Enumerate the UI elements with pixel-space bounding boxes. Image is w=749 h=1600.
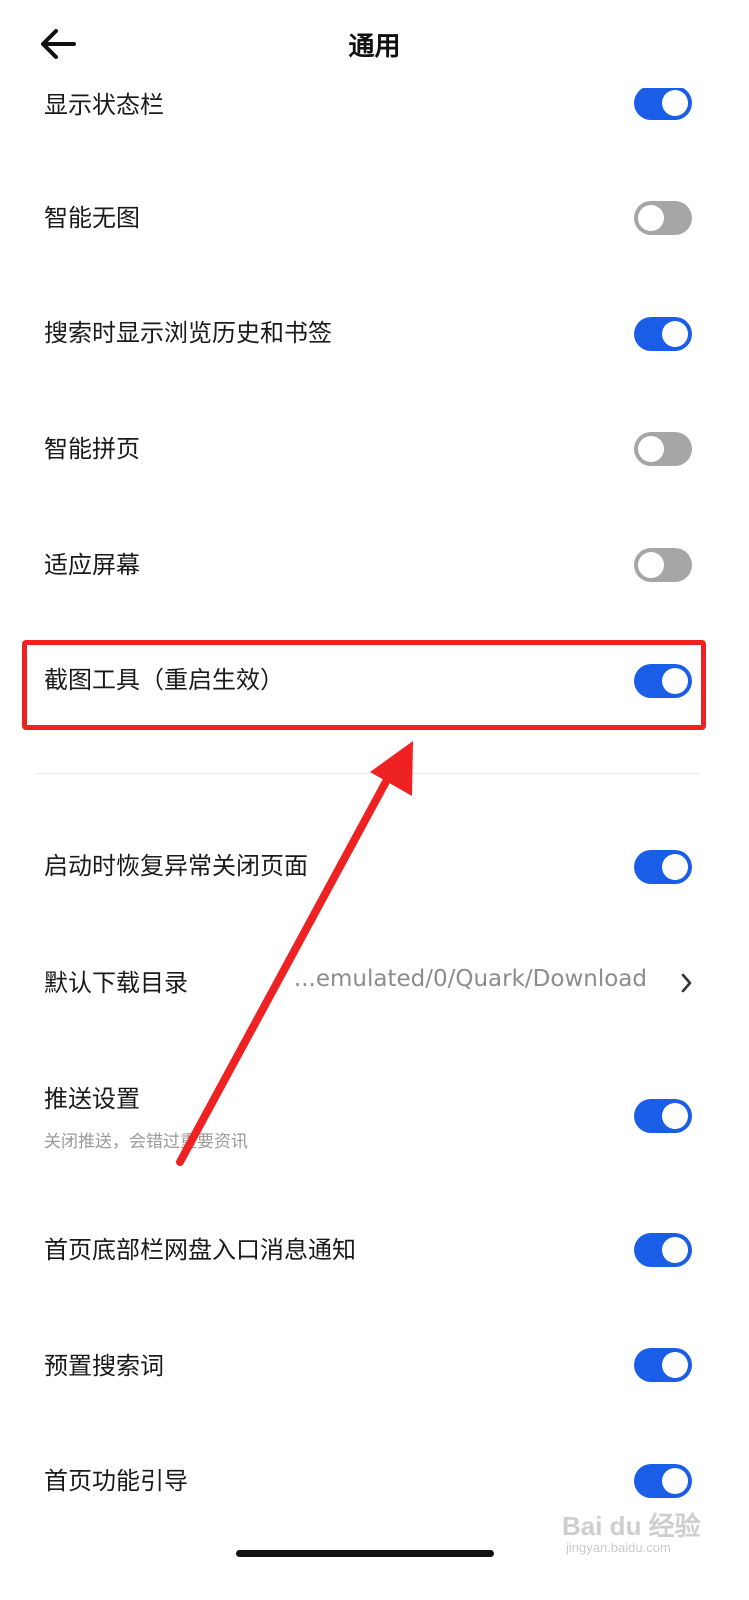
screenshot-tool-toggle[interactable] [634, 664, 692, 698]
setting-label-push: 推送设置 [44, 1085, 140, 1113]
toggle-knob [638, 205, 664, 231]
preset-search-words-toggle[interactable] [634, 1348, 692, 1382]
toggle-knob [662, 854, 688, 880]
status-bar-toggle[interactable] [634, 86, 692, 120]
toggle-knob [662, 90, 688, 116]
setting-label-home-guide: 首页功能引导 [44, 1467, 188, 1495]
toggle-knob [638, 436, 664, 462]
restore-pages-toggle[interactable] [634, 850, 692, 884]
page-title: 通用 [348, 32, 401, 62]
setting-label-fit-screen: 适应屏幕 [44, 551, 140, 579]
smart-page-merge-toggle[interactable] [634, 432, 692, 466]
section-divider [36, 773, 699, 774]
toggle-knob [662, 1352, 688, 1378]
setting-sublabel-push: 关闭推送，会错过重要资讯 [44, 1132, 248, 1152]
toggle-knob [662, 1103, 688, 1129]
toggle-knob [662, 1468, 688, 1494]
setting-label-search-history: 搜索时显示浏览历史和书签 [44, 319, 332, 347]
smart-no-image-toggle[interactable] [634, 201, 692, 235]
search-history-toggle[interactable] [634, 317, 692, 351]
baidu-watermark-url: jingyan.baidu.com [566, 1540, 671, 1555]
toggle-knob [662, 668, 688, 694]
home-guide-toggle[interactable] [634, 1464, 692, 1498]
setting-label-screenshot-tool: 截图工具（重启生效） [44, 666, 284, 694]
toggle-knob [638, 552, 664, 578]
chevron-right-icon[interactable] [678, 968, 696, 998]
setting-label-smart-page-merge: 智能拼页 [44, 435, 140, 463]
setting-label-status-bar: 显示状态栏 [44, 91, 164, 119]
push-toggle[interactable] [634, 1099, 692, 1133]
fit-screen-toggle[interactable] [634, 548, 692, 582]
toggle-knob [662, 1237, 688, 1263]
top-bar: 通用 [0, 0, 749, 88]
setting-label-cloud-entry-notify: 首页底部栏网盘入口消息通知 [44, 1236, 356, 1264]
setting-label-preset-search-words: 预置搜索词 [44, 1352, 164, 1380]
toggle-knob [662, 321, 688, 347]
setting-label-smart-no-image: 智能无图 [44, 204, 140, 232]
cloud-entry-notify-toggle[interactable] [634, 1233, 692, 1267]
baidu-watermark-logo: Bai du 经验 [562, 1511, 701, 1541]
home-indicator[interactable] [236, 1550, 494, 1557]
setting-label-download-dir: 默认下载目录 [44, 969, 188, 997]
setting-label-restore-pages: 启动时恢复异常关闭页面 [44, 852, 308, 880]
download-dir-value[interactable]: ...emulated/0/Quark/Download [294, 966, 647, 992]
